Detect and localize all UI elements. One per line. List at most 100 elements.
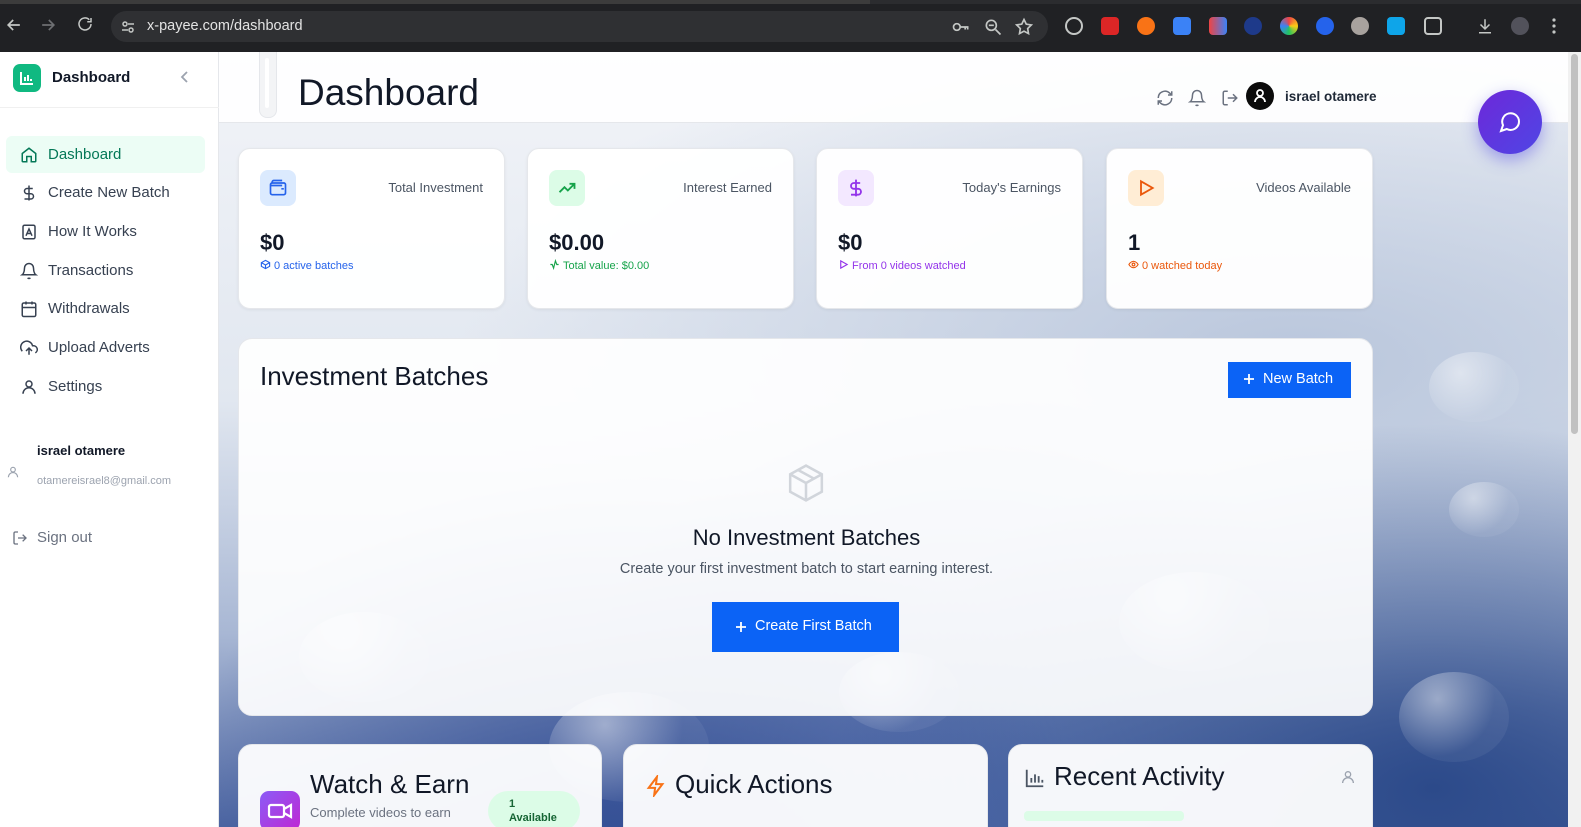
empty-state-title: No Investment Batches <box>692 525 921 550</box>
extension-globe-icon[interactable] <box>1244 17 1262 35</box>
create-first-batch-label: Create First Batch <box>755 618 872 634</box>
package-icon <box>788 464 824 502</box>
scrollbar-thumb[interactable] <box>1571 54 1578 434</box>
watch-earn-card: Watch & Earn Complete videos to earn 1 A… <box>238 744 602 827</box>
profile-avatar-icon[interactable] <box>1511 17 1529 35</box>
sign-out-label: Sign out <box>37 529 93 546</box>
header-username[interactable]: israel otamere <box>1285 89 1377 104</box>
empty-state-description: Create your first investment batch to st… <box>619 561 994 577</box>
back-icon[interactable] <box>3 15 25 37</box>
stat-value: $0.00 <box>549 230 605 255</box>
zoom-icon[interactable] <box>983 17 1003 37</box>
browser-toolbar: x-payee.com/dashboard <box>0 0 1581 52</box>
chevron-left-icon[interactable] <box>177 69 193 85</box>
sidebar-item-create-new-batch[interactable]: Create New Batch <box>6 174 205 211</box>
logout-icon[interactable] <box>1221 89 1239 107</box>
play-icon <box>840 259 849 270</box>
url-text[interactable]: x-payee.com/dashboard <box>147 18 303 34</box>
extension-blue-circle-icon[interactable] <box>1316 17 1334 35</box>
stat-value: $0 <box>260 230 285 255</box>
new-batch-button[interactable]: New Batch <box>1228 362 1351 398</box>
page-scrollbar[interactable] <box>1568 52 1581 827</box>
stat-sub-text: From 0 videos watched <box>852 260 966 272</box>
stat-card-interest-earned: Interest Earned $0.00 Total value: $0.00 <box>527 148 794 309</box>
sidebar-item-label: How It Works <box>48 223 137 240</box>
chat-button[interactable] <box>1478 90 1542 154</box>
card-title: Recent Activity <box>1054 761 1225 791</box>
card-subtitle: Complete videos to earn <box>310 805 451 820</box>
create-first-batch-button[interactable]: Create First Batch <box>712 602 899 652</box>
available-badge: 1 Available <box>488 791 580 827</box>
sidebar-item-withdrawals[interactable]: Withdrawals <box>6 290 205 327</box>
plus-icon <box>736 622 746 632</box>
extension-red-icon[interactable] <box>1101 17 1119 35</box>
bookmark-star-icon[interactable] <box>1014 17 1034 37</box>
sidebar-item-transactions[interactable]: Transactions <box>6 252 205 289</box>
stat-value: $0 <box>838 230 863 255</box>
eye-icon <box>1128 260 1139 269</box>
sidebar-user-email: otamereisrael8@gmail.com <box>37 475 172 487</box>
extension-target-icon[interactable] <box>1065 17 1083 35</box>
lightning-icon <box>646 775 665 797</box>
section-title: Investment Batches <box>260 361 489 391</box>
bell-icon[interactable] <box>1188 89 1206 107</box>
sidebar-user-name: israel otamere <box>37 443 126 458</box>
activity-icon <box>550 259 559 270</box>
stat-sub: Total value: $0.00 <box>549 259 649 272</box>
extension-doc-icon[interactable] <box>1173 17 1191 35</box>
dollar-icon <box>838 170 874 206</box>
refresh-icon[interactable] <box>1156 89 1174 107</box>
plus-icon <box>1244 374 1254 384</box>
tab-strip <box>0 0 1581 4</box>
extension-owl-icon[interactable] <box>1351 17 1369 35</box>
user-icon <box>7 466 19 478</box>
sidebar-item-how-it-works[interactable]: How It Works <box>6 213 205 250</box>
site-settings-icon[interactable] <box>120 19 136 35</box>
card-title: Quick Actions <box>675 769 833 799</box>
sidebar-item-upload-adverts[interactable]: Upload Adverts <box>6 329 205 366</box>
bar-chart-icon <box>1025 769 1044 788</box>
address-bar[interactable]: x-payee.com/dashboard <box>111 11 1048 42</box>
sidebar-item-settings[interactable]: Settings <box>6 368 205 405</box>
extension-fox-icon[interactable] <box>1137 17 1155 35</box>
extension-flag-icon[interactable] <box>1209 17 1227 35</box>
download-icon[interactable] <box>1476 17 1494 35</box>
stat-sub: 0 watched today <box>1128 259 1222 272</box>
stat-label: Today's Earnings <box>962 180 1061 195</box>
sidebar-brand: Dashboard <box>0 52 219 108</box>
extension-color-icon[interactable] <box>1280 17 1298 35</box>
page-header: Dashboard israel otamere <box>219 52 1568 123</box>
book-icon <box>22 224 36 240</box>
stat-label: Interest Earned <box>683 180 772 195</box>
forward-icon[interactable] <box>37 15 59 37</box>
sidebar: Dashboard Dashboard Create New Batch How… <box>0 52 219 827</box>
sidebar-item-dashboard[interactable]: Dashboard <box>6 136 205 173</box>
dollar-icon <box>23 185 35 201</box>
sign-out-button[interactable]: Sign out <box>10 528 130 550</box>
sidebar-item-label: Settings <box>48 378 103 395</box>
active-tab[interactable] <box>0 0 870 4</box>
chart-logo-icon[interactable] <box>13 64 41 92</box>
key-icon[interactable] <box>951 17 971 37</box>
new-batch-label: New Batch <box>1263 371 1334 387</box>
avatar[interactable] <box>1246 82 1274 110</box>
stat-card-todays-earnings: Today's Earnings $0 From 0 videos watche… <box>816 148 1083 309</box>
stat-sub: From 0 videos watched <box>838 259 966 272</box>
sidebar-item-label: Transactions <box>48 262 134 279</box>
trending-up-icon <box>549 170 585 206</box>
investment-batches-panel: Investment Batches New Batch No Investme… <box>238 338 1373 716</box>
stat-label: Total Investment <box>388 180 483 195</box>
video-icon <box>260 791 300 827</box>
page-viewport: Dashboard Dashboard Create New Batch How… <box>0 52 1568 827</box>
stat-sub-text: 0 watched today <box>1142 260 1223 272</box>
extension-badge-icon[interactable] <box>1387 17 1405 35</box>
message-circle-icon <box>1499 112 1521 133</box>
extensions-puzzle-icon[interactable] <box>1424 17 1442 35</box>
stat-sub-text: Total value: $0.00 <box>563 260 650 272</box>
box-icon <box>260 259 271 270</box>
reload-icon[interactable] <box>74 15 96 37</box>
browser-menu-icon[interactable] <box>1551 17 1557 35</box>
available-label: Available <box>509 812 557 824</box>
sidebar-item-label: Create New Batch <box>48 184 170 201</box>
page-title: Dashboard <box>298 72 480 113</box>
